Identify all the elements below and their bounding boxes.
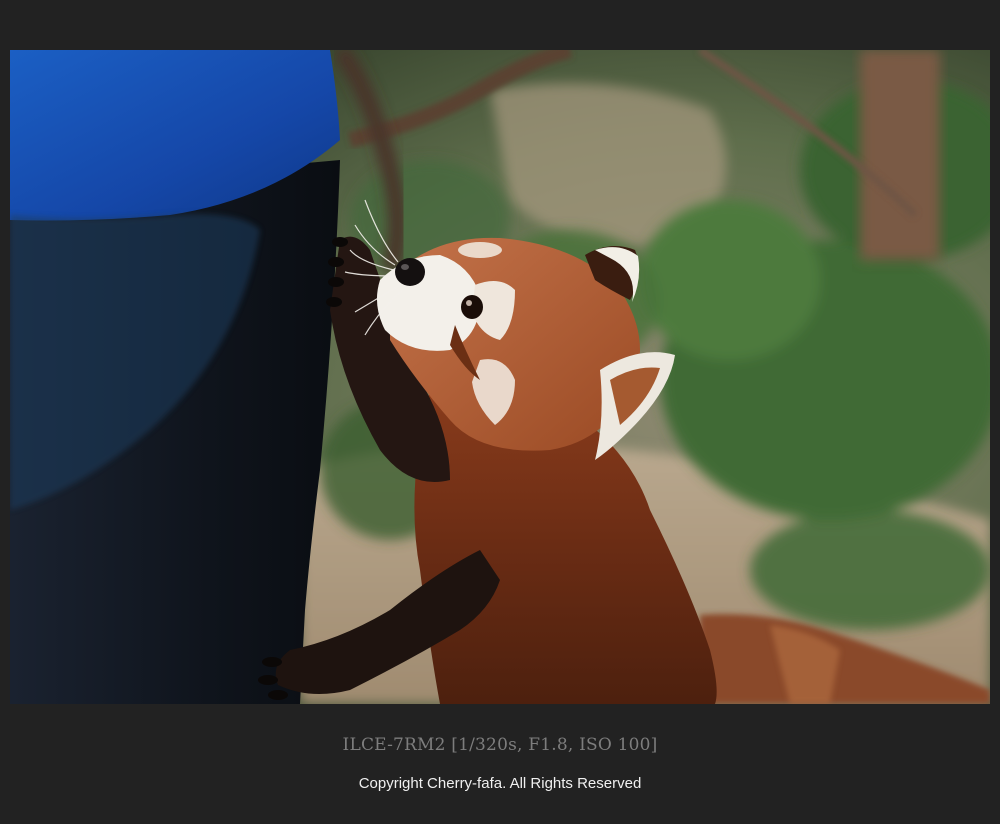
red-panda-photo	[10, 50, 990, 704]
camera-exif-caption: ILCE-7RM2 [1/320s, F1.8, ISO 100]	[342, 735, 658, 755]
copyright-caption: Copyright Cherry-fafa. All Rights Reserv…	[358, 775, 642, 792]
photo-illustration	[10, 50, 990, 704]
photo-post: ILCE-7RM2 [1/320s, F1.8, ISO 100] Copyri…	[0, 0, 1000, 824]
